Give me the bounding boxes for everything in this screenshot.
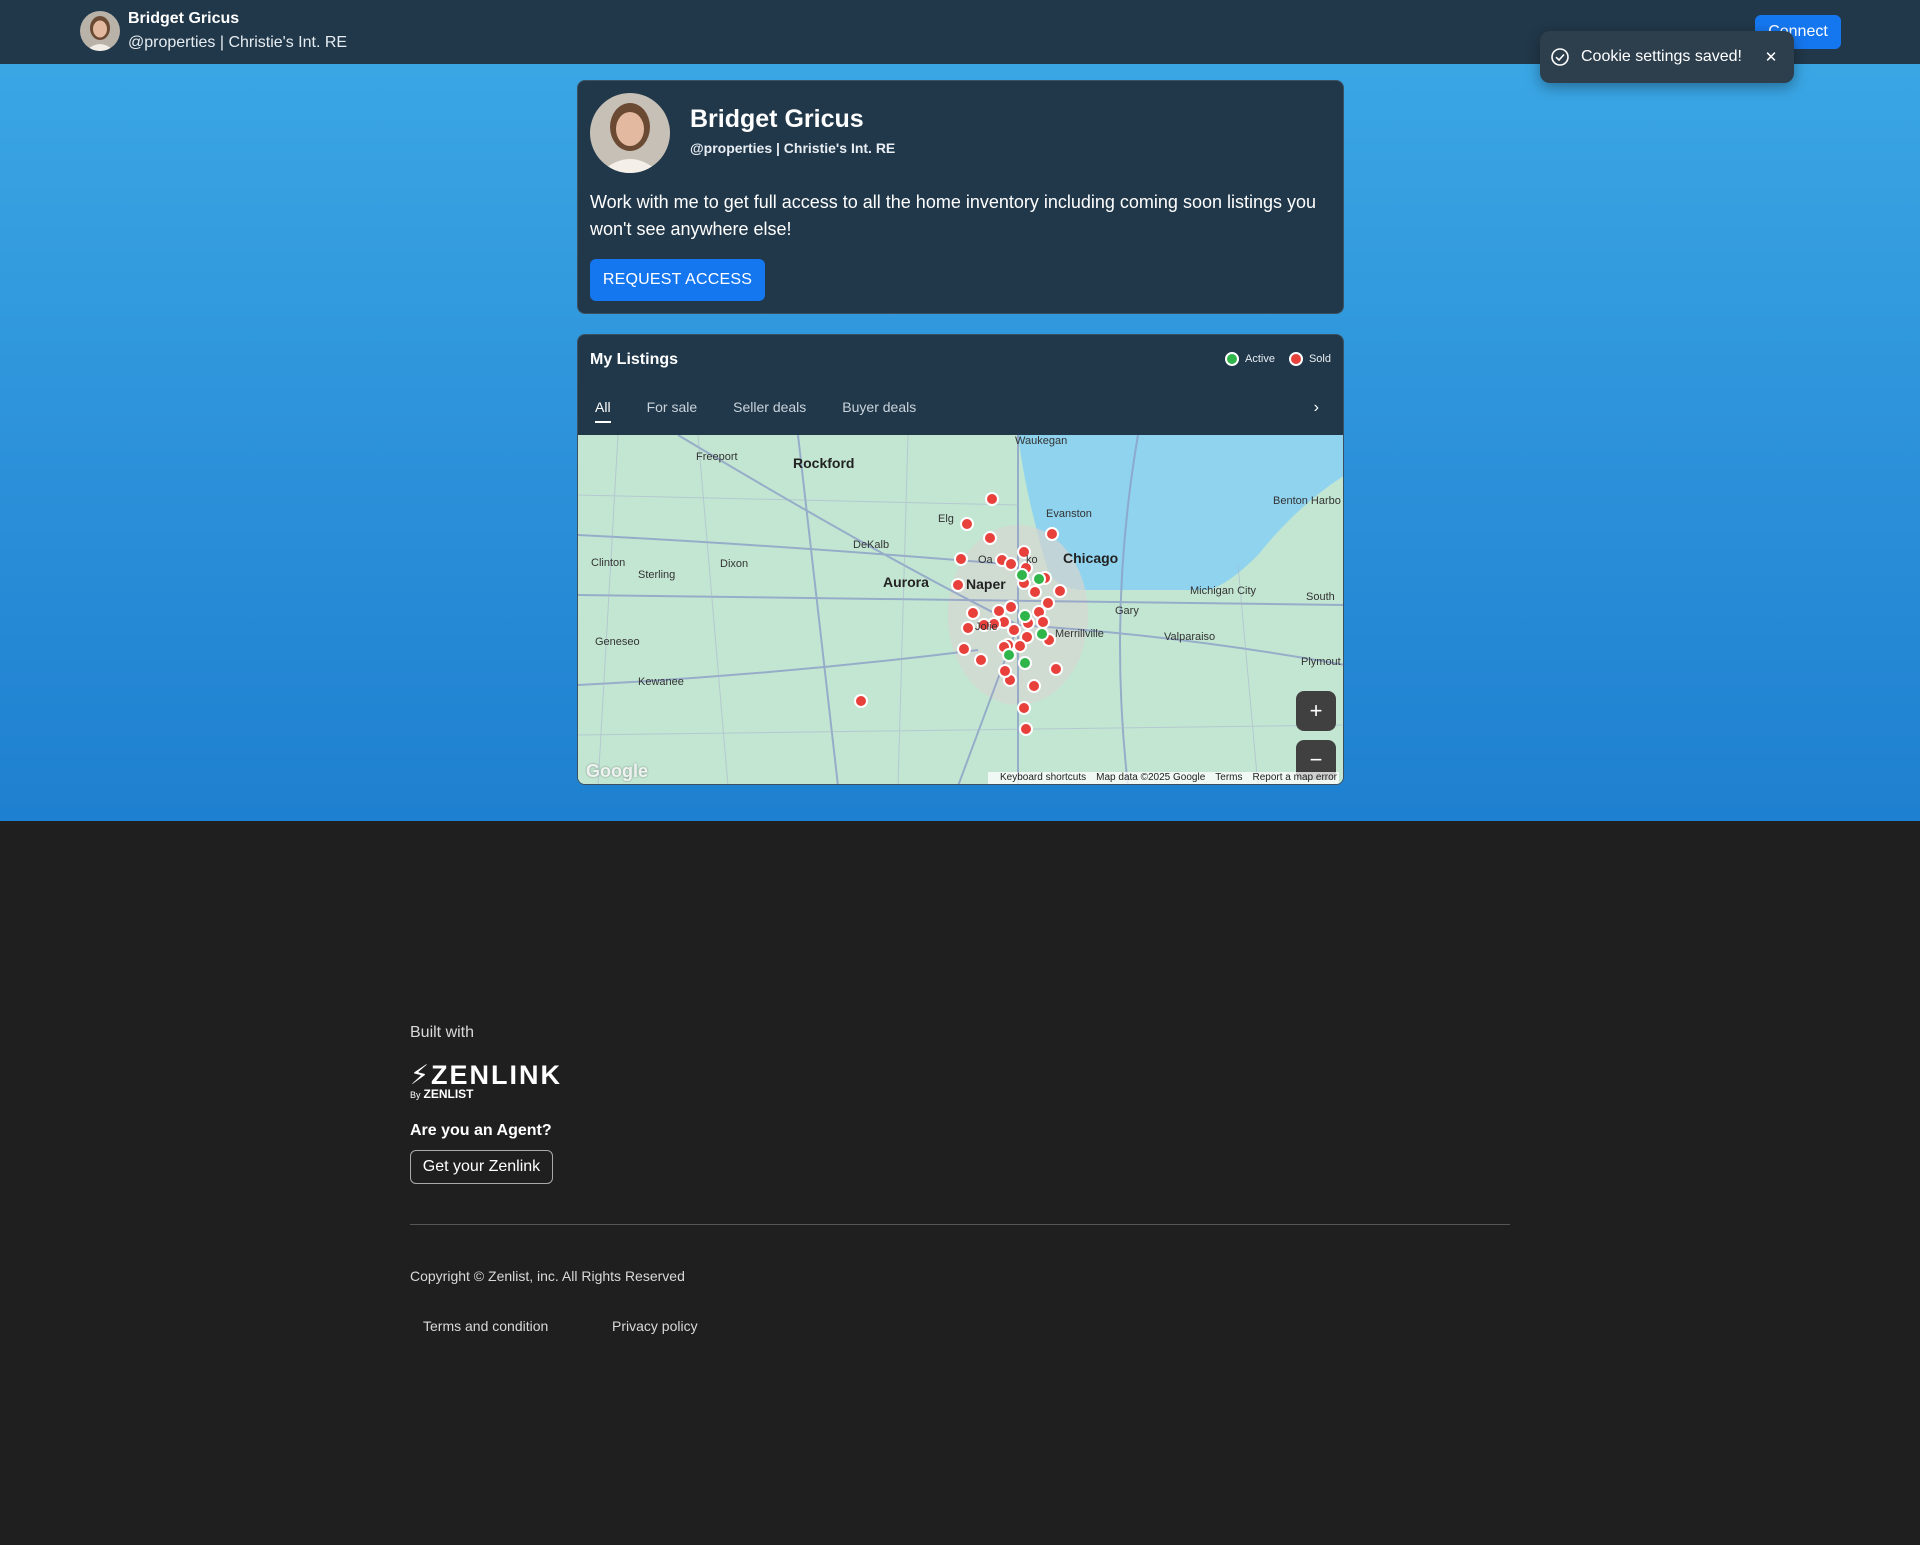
map-label-elgin: Elg bbox=[938, 513, 954, 525]
map-label-freeport: Freeport bbox=[696, 451, 738, 463]
legend-sold-label: Sold bbox=[1308, 353, 1331, 365]
chevron-right-icon[interactable]: › bbox=[1314, 399, 1319, 417]
zoom-in-button[interactable]: + bbox=[1296, 691, 1336, 731]
built-with-label: Built with bbox=[410, 1024, 475, 1041]
profile-pitch: Work with me to get full access to all t… bbox=[590, 192, 1317, 239]
tab-for-sale[interactable]: For sale bbox=[642, 399, 703, 423]
listing-tabs: All For sale Seller deals Buyer deals bbox=[590, 399, 947, 423]
close-icon[interactable]: ✕ bbox=[1762, 48, 1780, 66]
map-label-clinton: Clinton bbox=[591, 557, 626, 569]
map-label-sterling: Sterling bbox=[638, 569, 676, 581]
map-label-aurora: Aurora bbox=[883, 574, 929, 590]
map-data-text: Map data ©2025 Google bbox=[1096, 772, 1206, 783]
tab-all[interactable]: All bbox=[590, 399, 616, 423]
map-label-michigan-city: Michigan City bbox=[1190, 585, 1257, 597]
listings-map[interactable]: Waukegan Freeport Rockford Evanston Bent… bbox=[578, 435, 1343, 784]
sold-dot-icon bbox=[1288, 352, 1303, 366]
profile-card: Bridget Gricus @properties | Christie's … bbox=[577, 80, 1344, 314]
get-zenlink-button[interactable]: Get your Zenlink bbox=[410, 1150, 553, 1184]
tab-buyer-deals[interactable]: Buyer deals bbox=[837, 399, 921, 423]
request-access-button[interactable]: REQUEST ACCESS bbox=[590, 259, 765, 301]
header-agent-subtitle: @properties | Christie's Int. RE bbox=[128, 34, 348, 51]
map-label-oakbrook-2: ko bbox=[1026, 554, 1038, 566]
legend-active-label: Active bbox=[1245, 353, 1275, 365]
active-dot-icon bbox=[1225, 352, 1239, 366]
agent-question: Are you an Agent? bbox=[410, 1122, 552, 1139]
privacy-link[interactable]: Privacy policy bbox=[612, 1318, 698, 1334]
map-label-waukegan: Waukegan bbox=[1015, 435, 1068, 447]
map-label-kewanee: Kewanee bbox=[638, 676, 684, 688]
profile-subtitle: @properties | Christie's Int. RE bbox=[690, 140, 896, 156]
map-label-valparaiso: Valparaiso bbox=[1164, 631, 1216, 643]
google-logo: Google bbox=[586, 761, 648, 781]
map-label-chicago: Chicago bbox=[1063, 550, 1119, 566]
map-attribution: Keyboard shortcuts Map data ©2025 Google… bbox=[987, 772, 1339, 784]
cookie-toast: Cookie settings saved! ✕ bbox=[1540, 31, 1794, 83]
map-label-evanston: Evanston bbox=[1046, 508, 1092, 520]
map-label-plymouth: Plymout bbox=[1301, 656, 1341, 668]
listings-title: My Listings bbox=[590, 351, 679, 368]
map-label-dixon: Dixon bbox=[720, 558, 749, 570]
listings-card: My Listings Active Sold All For sale Sel… bbox=[577, 334, 1344, 785]
profile-name: Bridget Gricus bbox=[690, 105, 864, 133]
map-label-geneseo: Geneseo bbox=[595, 636, 640, 648]
keyboard-shortcuts-link[interactable]: Keyboard shortcuts bbox=[1000, 772, 1086, 784]
header-agent-name: Bridget Gricus bbox=[128, 10, 240, 27]
hero-section: Bridget Gricus @properties | Christie's … bbox=[0, 64, 1920, 821]
map-background bbox=[578, 435, 1343, 784]
terms-link[interactable]: Terms and condition bbox=[423, 1318, 548, 1334]
bolt-icon: ⚡ bbox=[410, 1060, 431, 1090]
toast-message: Cookie settings saved! bbox=[1581, 48, 1742, 65]
map-label-merrillville: Merrillville bbox=[1055, 628, 1104, 640]
legend-sold: Sold bbox=[1288, 352, 1331, 366]
map-label-south: South bbox=[1306, 591, 1335, 603]
map-terms-link[interactable]: Terms bbox=[1215, 772, 1242, 784]
map-legend: Active Sold bbox=[1211, 352, 1331, 366]
legend-active: Active bbox=[1225, 352, 1275, 366]
zenlink-logo[interactable]: ⚡ZENLINK By ZENLIST bbox=[410, 1060, 562, 1101]
map-label-oakbrook: Oa bbox=[978, 554, 993, 566]
profile-avatar bbox=[590, 93, 670, 173]
map-label-dekalb: DeKalb bbox=[853, 539, 890, 551]
report-map-error-link[interactable]: Report a map error bbox=[1253, 772, 1337, 784]
tab-seller-deals[interactable]: Seller deals bbox=[728, 399, 811, 423]
copyright-text: Copyright © Zenlist, inc. All Rights Res… bbox=[410, 1268, 685, 1284]
map-label-rockford: Rockford bbox=[793, 455, 855, 471]
footer-divider bbox=[410, 1224, 1510, 1225]
avatar[interactable] bbox=[80, 11, 120, 51]
map-label-naperville: Naper bbox=[966, 576, 1006, 592]
map-label-joliet: Jolie bbox=[975, 621, 998, 633]
check-circle-icon bbox=[1551, 48, 1569, 66]
map-label-gary: Gary bbox=[1115, 605, 1139, 617]
map-label-benton-harbor: Benton Harbo bbox=[1273, 495, 1341, 507]
